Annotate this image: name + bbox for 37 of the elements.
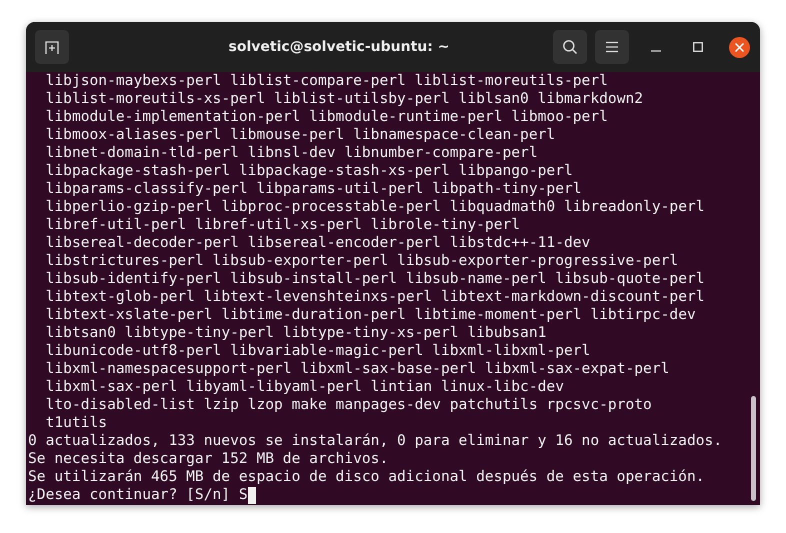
terminal-line: libmodule-implementation-perl libmodule-runtime-perl libmoo-perl (44, 108, 609, 126)
terminal-line: libtsan0 libtype-tiny-perl libtype-tiny-xs-perl libubsan1 (44, 324, 548, 342)
terminal-line: libxml-sax-perl libyaml-libyaml-perl lintian linux-libc-dev (44, 378, 565, 396)
terminal-line: libref-util-perl libref-util-xs-perl librole-tiny-perl (44, 216, 522, 234)
minimize-icon (651, 50, 661, 52)
terminal-line: libsereal-decoder-perl libsereal-encoder-perl libstdc++-11-dev (44, 234, 592, 252)
scrollbar[interactable] (751, 396, 756, 501)
terminal-line: libpackage-stash-perl libpackage-stash-xs-perl libpango-perl (44, 162, 574, 180)
terminal-line: libstrictures-perl libsub-exporter-perl libsub-exporter-progressive-perl (44, 252, 680, 270)
window-title: solvetic@solvetic-ubuntu: ~ (228, 39, 450, 55)
cursor (248, 486, 256, 504)
terminal-line: liblist-moreutils-xs-perl liblist-utilsby-perl liblsan0 libmarkdown2 (44, 90, 644, 108)
search-button[interactable] (553, 30, 587, 64)
new-tab-icon (44, 39, 60, 55)
search-icon (562, 39, 578, 55)
terminal-line: libunicode-utf8-perl libvariable-magic-perl libxml-libxml-perl (44, 342, 592, 360)
close-button[interactable] (729, 36, 750, 58)
menu-icon (605, 41, 619, 53)
terminal-line: Se utilizarán 465 MB de espacio de disco adicional después de esta operación. (28, 468, 706, 486)
terminal-line: lto-disabled-list lzip lzop make manpages-dev patchutils rpcsvc-proto (44, 396, 653, 414)
terminal-line: libxml-namespacesupport-perl libxml-sax-base-perl libxml-sax-expat-perl (44, 360, 670, 378)
terminal-line: libmoox-aliases-perl libmouse-perl libnamespace-clean-perl (44, 126, 556, 144)
menu-button[interactable] (595, 30, 629, 64)
terminal-line: libtext-glob-perl libtext-levenshteinxs-perl libtext-markdown-discount-perl (44, 288, 706, 306)
maximize-icon (693, 42, 703, 52)
terminal-line: libjson-maybexs-perl liblist-compare-perl liblist-moreutils-perl (44, 72, 609, 90)
terminal-line: libperlio-gzip-perl libproc-processtable-perl libquadmath0 libreadonly-perl (44, 198, 706, 216)
terminal-line: 0 actualizados, 133 nuevos se instalarán, 0 para eliminar y 16 no actualizados. (28, 432, 724, 450)
terminal-line: libnet-domain-tld-perl libnsl-dev libnumber-compare-perl (44, 144, 539, 162)
close-icon (735, 42, 744, 52)
terminal-line: Se necesita descargar 152 MB de archivos. (28, 450, 390, 468)
terminal-line: libtext-xslate-perl libtime-duration-perl libtime-moment-perl libtirpc-dev (44, 306, 697, 324)
terminal-line: libsub-identify-perl libsub-install-perl libsub-name-perl libsub-quote-perl (44, 270, 706, 288)
new-tab-button[interactable] (35, 30, 69, 64)
terminal-line: t1utils (44, 414, 108, 432)
terminal-line: libparams-classify-perl libparams-util-perl libpath-tiny-perl (44, 180, 583, 198)
terminal-line: ¿Desea continuar? [S/n] S (28, 486, 248, 504)
